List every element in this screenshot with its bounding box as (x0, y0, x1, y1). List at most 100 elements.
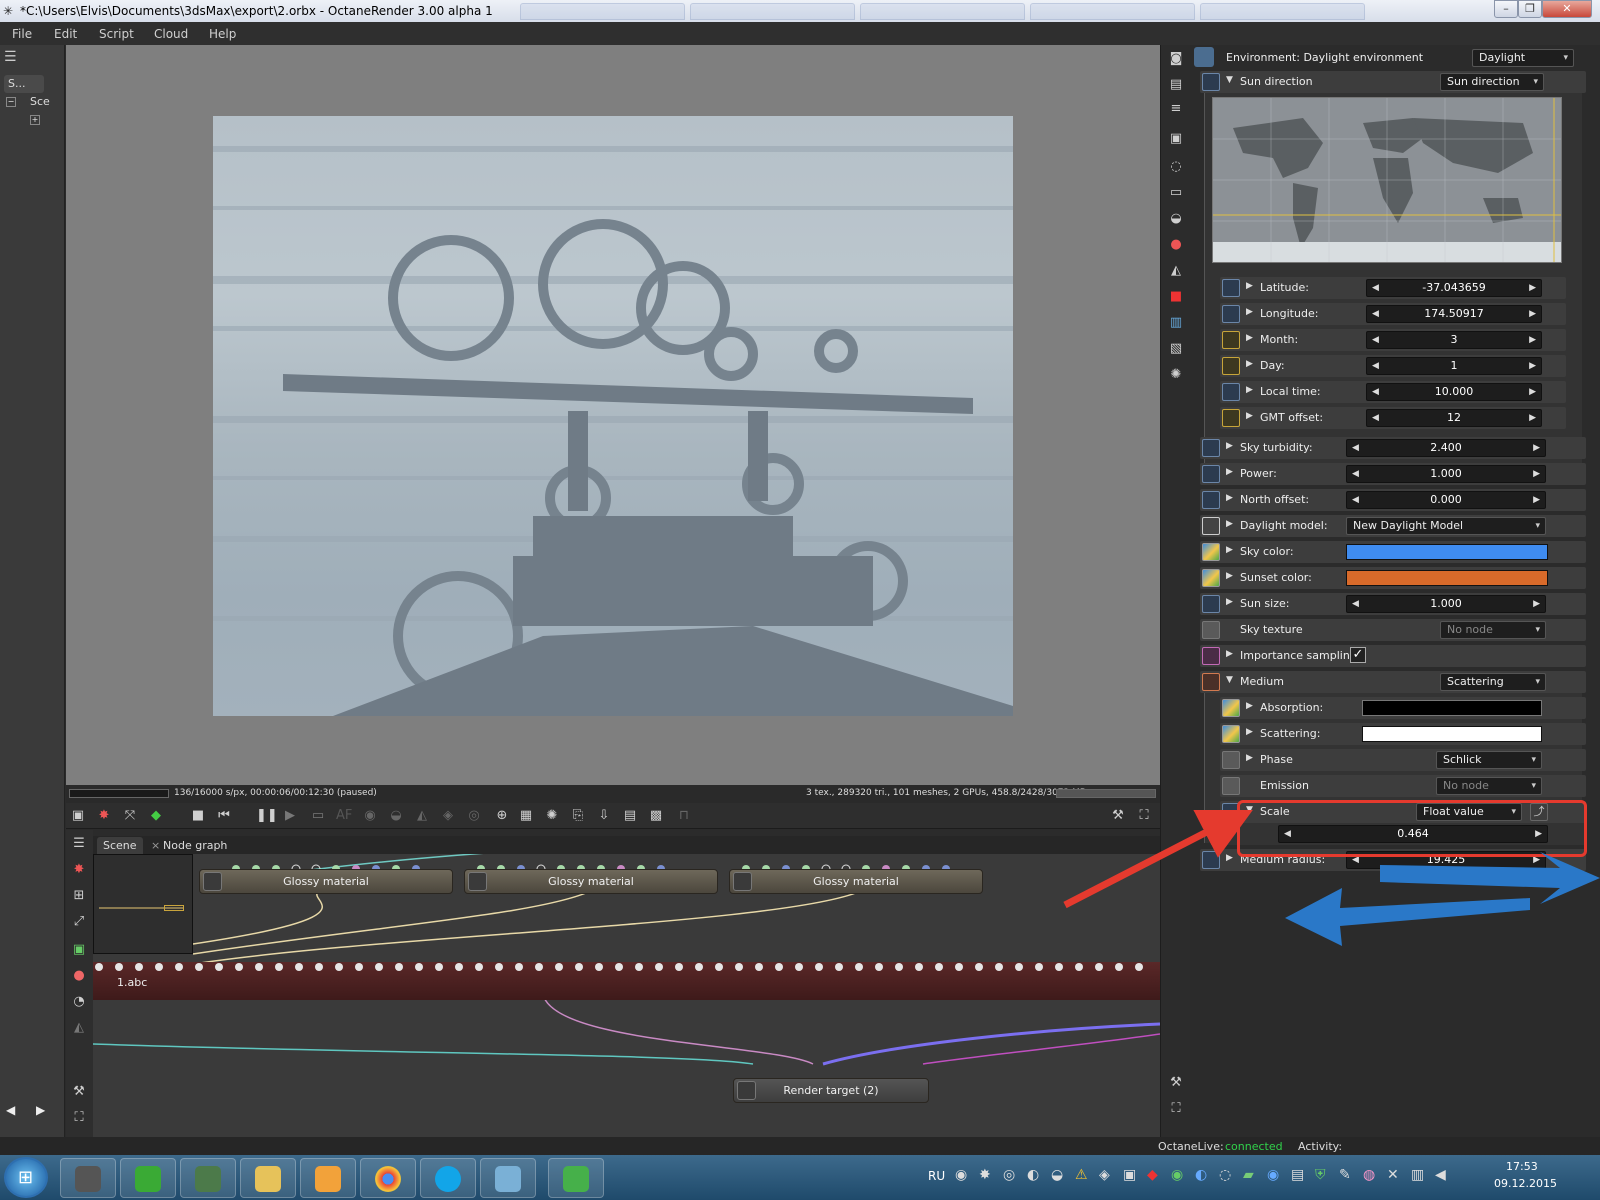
decrement-icon[interactable]: ◀ (1372, 332, 1379, 348)
expand-arrow-icon[interactable]: ▶ (1226, 493, 1233, 503)
scattering-color-swatch[interactable] (1362, 726, 1542, 742)
scroll-right-icon[interactable]: ▶ (36, 1103, 45, 1117)
expand-icon[interactable]: + (30, 115, 40, 125)
expand-arrow-icon[interactable]: ▶ (1246, 753, 1253, 763)
scroll-left-icon[interactable]: ◀ (6, 1103, 15, 1117)
increment-icon[interactable]: ▶ (1529, 306, 1536, 322)
glossy-material-node-3[interactable]: Glossy material (729, 869, 983, 894)
tray-app-icon[interactable]: ◉ (1171, 1167, 1183, 1183)
warning-icon[interactable]: ⚠ (1075, 1167, 1088, 1183)
environment-type-dropdown[interactable]: Daylight ▾ (1472, 49, 1574, 67)
tab-scene[interactable]: Scene (97, 837, 143, 854)
environment-icon[interactable]: ◒ (1168, 211, 1184, 227)
mesh-node-1abc[interactable]: 1.abc (93, 962, 1160, 1000)
glossy-material-node-1[interactable]: Glossy material (199, 869, 453, 894)
medium-pin-icon[interactable] (1202, 673, 1220, 691)
expand-arrow-icon[interactable]: ▶ (1226, 571, 1233, 581)
expand-arrow-icon[interactable]: ▶ (1246, 359, 1253, 369)
sun-size-slider[interactable]: ◀ 1.000 ▶ (1346, 595, 1546, 613)
color-pin-icon[interactable] (1222, 725, 1240, 743)
absorption-color-swatch[interactable] (1362, 700, 1542, 716)
scattering-row[interactable]: ▶ Scattering: (1220, 723, 1586, 745)
scene-tree-item[interactable]: Sce (30, 95, 50, 108)
stop-icon[interactable]: ■ (190, 808, 206, 824)
day-row[interactable]: ▶ Day: ◀ 1 ▶ (1220, 355, 1566, 377)
collapse-arrow-icon[interactable]: ▼ (1226, 75, 1233, 85)
collapse-icon[interactable]: − (6, 97, 16, 107)
daylight-model-row[interactable]: ▶ Daylight model: New Daylight Model ▾ (1200, 515, 1586, 537)
af-icon[interactable]: AF (336, 808, 352, 824)
cube-icon[interactable]: ■ (1168, 289, 1184, 305)
shield-icon[interactable]: ⛨ (1315, 1167, 1326, 1183)
expand-arrow-icon[interactable]: ▶ (1226, 597, 1233, 607)
gmt-offset-row[interactable]: ▶ GMT offset: ◀ 12 ▶ (1220, 407, 1566, 429)
menu-edit[interactable]: Edit (54, 27, 77, 41)
expand-arrow-icon[interactable]: ▶ (1246, 281, 1253, 291)
tray-app-icon[interactable]: ◒ (1051, 1167, 1063, 1183)
collapse-arrow-icon[interactable]: ▼ (1226, 675, 1233, 685)
lock-viewport-icon[interactable]: ▤ (622, 808, 638, 824)
texture-node-icon[interactable]: ◔ (71, 994, 87, 1010)
month-row[interactable]: ▶ Month: ◀ 3 ▶ (1220, 329, 1566, 351)
material-icon[interactable]: ● (1168, 237, 1184, 253)
increment-icon[interactable]: ▶ (1533, 440, 1540, 456)
float-pin-icon[interactable] (1202, 439, 1220, 457)
decal-icon[interactable]: ▩ (648, 808, 664, 824)
expand-arrow-icon[interactable]: ▶ (1226, 441, 1233, 451)
sky-color-swatch[interactable] (1346, 544, 1548, 560)
restart-icon[interactable]: ⏮ (216, 808, 232, 824)
network-icon[interactable]: ▥ (1411, 1167, 1424, 1183)
copy-to-clipboard-icon[interactable]: ⎘ (570, 808, 586, 824)
power-row[interactable]: ▶ Power: ◀ 1.000 ▶ (1200, 463, 1586, 485)
longitude-slider[interactable]: ◀ 174.50917 ▶ (1366, 305, 1542, 323)
power-slider[interactable]: ◀ 1.000 ▶ (1346, 465, 1546, 483)
expand-arrow-icon[interactable]: ▶ (1246, 411, 1253, 421)
restore-button[interactable]: ❐ (1518, 0, 1542, 18)
menu-cloud[interactable]: Cloud (154, 27, 188, 41)
increment-icon[interactable]: ▶ (1533, 466, 1540, 482)
expand-arrow-icon[interactable]: ▶ (1246, 333, 1253, 343)
adobe-icon[interactable]: ◆ (1147, 1167, 1158, 1183)
texture-pin-icon[interactable] (1202, 621, 1220, 639)
taskbar-octane[interactable] (60, 1158, 116, 1198)
minimize-button[interactable]: – (1494, 0, 1518, 18)
fit-nodes-icon[interactable]: ⤢ (71, 914, 87, 930)
latitude-row[interactable]: ▶ Latitude: ◀ -37.043659 ▶ (1220, 277, 1566, 299)
sky-turbidity-slider[interactable]: ◀ 2.400 ▶ (1346, 439, 1546, 457)
taskbar-uploader[interactable] (548, 1158, 604, 1198)
emission-row[interactable]: Emission No node ▾ (1220, 775, 1586, 797)
geometry-node-icon[interactable]: ◭ (71, 1020, 87, 1036)
float-pin-icon[interactable] (1202, 595, 1220, 613)
increment-icon[interactable]: ▶ (1529, 410, 1536, 426)
realtime-icon[interactable]: ▭ (310, 808, 326, 824)
sun-direction-row[interactable]: ▼ Sun direction Sun direction ▾ (1200, 71, 1586, 93)
film-region-icon[interactable]: ✺ (544, 808, 560, 824)
picture-icon[interactable]: ▧ (1168, 341, 1184, 357)
start-icon[interactable]: ▶ (282, 808, 298, 824)
clay-mode-icon[interactable]: ✸ (96, 808, 112, 824)
export-icon[interactable]: ⇩ (596, 808, 612, 824)
tray-app-icon[interactable]: ▤ (1291, 1167, 1304, 1183)
color-pin-icon[interactable] (1202, 569, 1220, 587)
decrement-icon[interactable]: ◀ (1352, 440, 1359, 456)
graph-fullscreen-icon[interactable]: ⛶ (71, 1110, 87, 1126)
float-pin-icon[interactable] (1222, 383, 1240, 401)
daylight-model-dropdown[interactable]: New Daylight Model ▾ (1346, 517, 1546, 535)
render-priority-icon[interactable]: ◆ (148, 808, 164, 824)
sky-texture-row[interactable]: Sky texture No node ▾ (1200, 619, 1586, 641)
menu-script[interactable]: Script (99, 27, 134, 41)
taskbar-camtasia[interactable] (120, 1158, 176, 1198)
float-pin-icon[interactable] (1222, 305, 1240, 323)
tray-app-icon[interactable]: ▣ (1123, 1167, 1136, 1183)
tray-app-icon[interactable]: ◐ (1027, 1167, 1039, 1183)
decrement-icon[interactable]: ◀ (1352, 596, 1359, 612)
subsample-icon[interactable]: ⤧ (122, 808, 138, 824)
local-time-row[interactable]: ▶ Local time: ◀ 10.000 ▶ (1220, 381, 1566, 403)
node-graph-canvas[interactable]: Glossy material Glossy material Glossy m… (93, 854, 1160, 1137)
taskbar-explorer[interactable] (240, 1158, 296, 1198)
kernel-icon[interactable]: ▤ (1168, 77, 1184, 93)
taskbar-skype[interactable] (420, 1158, 476, 1198)
color-pin-icon[interactable] (1202, 543, 1220, 561)
decrement-icon[interactable]: ◀ (1372, 280, 1379, 296)
tray-app-icon[interactable]: ◌ (1219, 1167, 1231, 1183)
